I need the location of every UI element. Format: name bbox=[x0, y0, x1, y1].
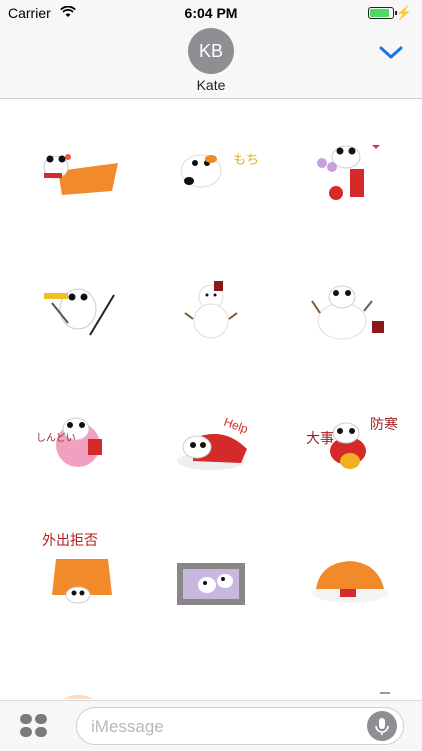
mochi-text: もち bbox=[233, 152, 259, 167]
status-bar: Carrier 6:04 PM ⚡ bbox=[0, 0, 422, 26]
charging-icon: ⚡ bbox=[395, 5, 412, 20]
sticker-bundled-panda[interactable]: 大事 防寒 bbox=[300, 389, 400, 489]
message-field[interactable]: iMessage bbox=[76, 707, 404, 745]
contact-avatar[interactable]: KB bbox=[188, 28, 234, 74]
sticker-tired-panda[interactable]: しんどい bbox=[30, 389, 130, 489]
conversation-header: KB Kate bbox=[0, 26, 422, 99]
bousai-text: 防寒 bbox=[370, 416, 398, 432]
sticker-framed-photo[interactable] bbox=[163, 519, 263, 619]
battery-icon bbox=[368, 7, 397, 19]
help-text: Help bbox=[222, 415, 250, 437]
sticker-blanket-lump[interactable] bbox=[300, 519, 400, 619]
sticker-knitting-panda[interactable] bbox=[300, 129, 400, 229]
sticker-mochi-panda[interactable]: もち bbox=[163, 129, 263, 229]
sticker-panda-snowman[interactable] bbox=[300, 259, 400, 359]
microphone-icon[interactable] bbox=[367, 711, 397, 741]
sticker-help-panda[interactable]: Help bbox=[163, 389, 263, 489]
contact-name[interactable]: Kate bbox=[0, 77, 422, 93]
sticker-skiing-panda[interactable] bbox=[30, 259, 130, 359]
message-placeholder: iMessage bbox=[91, 717, 164, 736]
sticker-snowman[interactable] bbox=[163, 259, 263, 359]
app-drawer-icon[interactable] bbox=[20, 714, 48, 738]
message-input-bar: iMessage bbox=[0, 700, 422, 751]
sticker-kotatsu-panda[interactable] bbox=[30, 129, 130, 229]
clock: 6:04 PM bbox=[184, 5, 238, 21]
tired-text: しんどい bbox=[36, 432, 76, 444]
sign-text: 外出拒否 bbox=[42, 532, 98, 548]
dai-text: 大事 bbox=[306, 430, 334, 446]
sticker-kotatsu-refuse[interactable]: 外出拒否 bbox=[30, 519, 130, 619]
sticker-grid: もち しんどい Help 大事 防寒 外出拒否 bbox=[0, 99, 422, 699]
chevron-down-icon[interactable] bbox=[378, 42, 404, 62]
